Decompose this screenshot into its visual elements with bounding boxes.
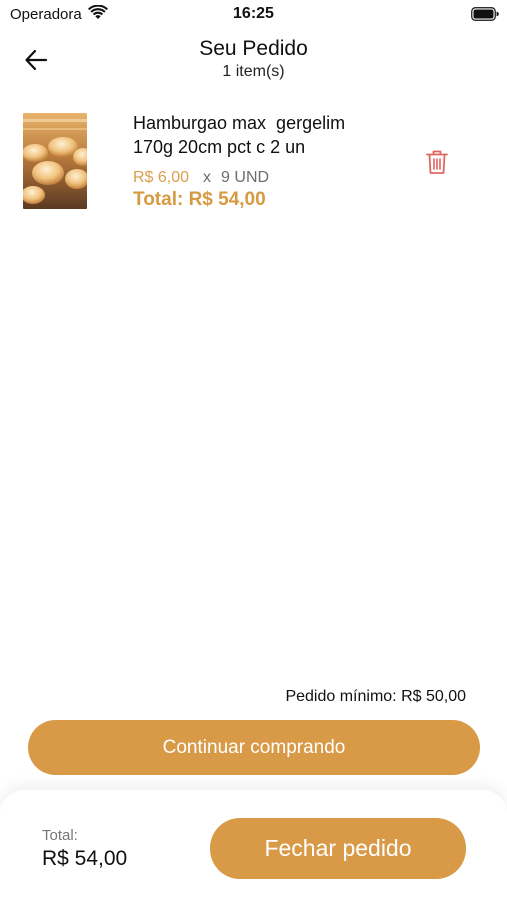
total-value: R$ 54,00 (42, 847, 128, 870)
order-footer: Total: R$ 54,00 Fechar pedido (0, 790, 507, 900)
total-label: Total: (42, 827, 78, 844)
order-screen: Operadora 16:25 Seu Pedido 1 item(s) Ham… (0, 0, 507, 900)
item-total: Total: R$ 54,00 (133, 189, 266, 210)
status-time: 16:25 (233, 5, 274, 22)
item-count: 1 item(s) (222, 63, 285, 80)
price-line: R$ 6,00 x 9 UND (133, 169, 269, 187)
cart-item: Hamburgao max gergelim 170g 20cm pct c 2… (0, 108, 507, 218)
delete-item-button[interactable] (424, 148, 450, 176)
page-title: Seu Pedido (199, 37, 308, 60)
product-name: Hamburgao max gergelim 170g 20cm pct c 2… (133, 113, 346, 157)
checkout-button[interactable]: Fechar pedido (210, 818, 466, 879)
bread-rolls-photo (23, 113, 87, 209)
minimum-order-note: Pedido mínimo: R$ 50,00 (285, 688, 466, 705)
continue-shopping-button[interactable]: Continuar comprando (28, 720, 480, 775)
trash-icon (426, 150, 448, 174)
times-sign: x (203, 169, 212, 186)
unit-price: R$ 6,00 (133, 169, 190, 186)
status-bar: Operadora 16:25 (0, 0, 507, 28)
battery-icon (471, 7, 499, 21)
quantity: 9 UND (221, 169, 270, 186)
product-image[interactable] (23, 113, 87, 209)
